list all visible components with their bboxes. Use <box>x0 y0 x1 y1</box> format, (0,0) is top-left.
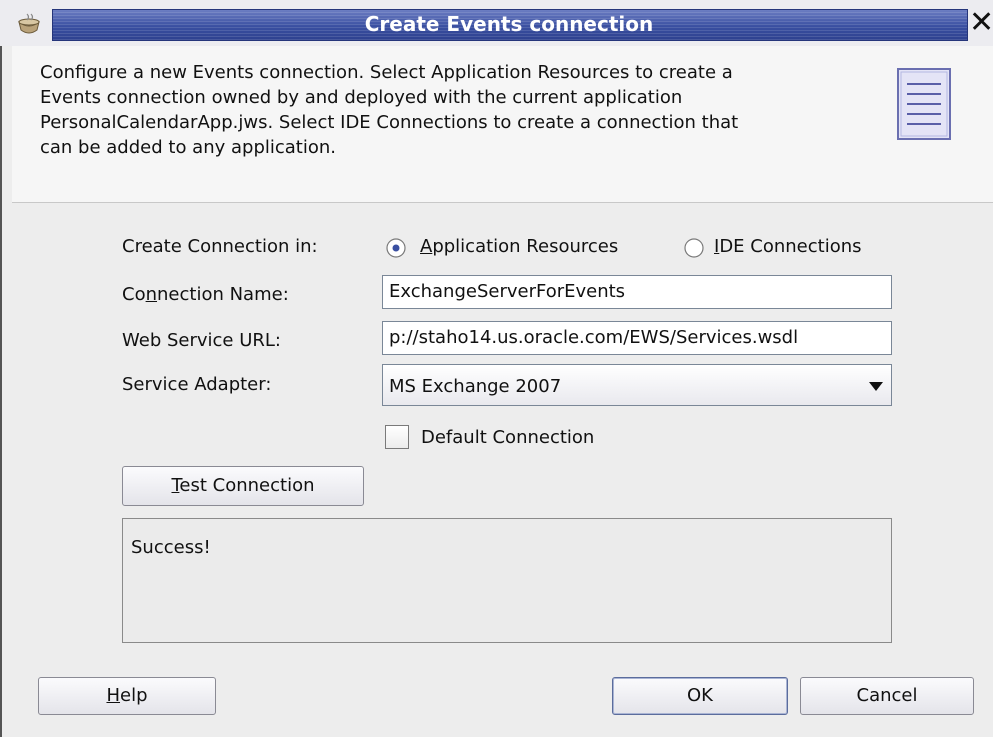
label-part: nection Name: <box>157 284 289 305</box>
default-connection-checkbox[interactable] <box>385 425 409 449</box>
coffee-cup-icon <box>18 13 40 34</box>
help-button[interactable]: Help <box>38 677 216 715</box>
label-part: Co <box>122 284 146 305</box>
service-adapter-select[interactable]: MS Exchange 2007 <box>382 364 892 406</box>
window-title: Create Events connection <box>364 12 654 36</box>
description-line: can be added to any application. <box>40 137 336 158</box>
radio-application-resources[interactable] <box>386 238 406 258</box>
ok-button[interactable]: OK <box>612 677 788 715</box>
window-edge <box>0 46 2 737</box>
test-result-box: Success! <box>122 518 892 643</box>
help-text: elp <box>120 685 148 706</box>
chevron-down-icon[interactable] <box>869 382 883 391</box>
application-resources-label[interactable]: Application Resources <box>420 236 618 257</box>
mnemonic-h: H <box>106 685 121 706</box>
cancel-button[interactable]: Cancel <box>800 677 974 715</box>
title-bar: Create Events connection ✕ <box>0 0 993 46</box>
test-connection-text: est Connection <box>179 475 315 496</box>
test-result-text: Success! <box>131 537 211 558</box>
web-service-url-input[interactable]: p://staho14.us.oracle.com/EWS/Services.w… <box>382 321 892 355</box>
connection-name-label: Connection Name: <box>122 284 289 305</box>
mnemonic-n: n <box>145 284 158 305</box>
create-in-label: Create Connection in: <box>122 236 318 257</box>
description-line: Configure a new Events connection. Selec… <box>40 62 733 83</box>
service-adapter-label: Service Adapter: <box>122 374 272 395</box>
mnemonic-a: A <box>420 236 433 257</box>
web-service-url-label: Web Service URL: <box>122 330 281 351</box>
close-icon[interactable]: ✕ <box>969 8 993 38</box>
description-line: Events connection owned by and deployed … <box>40 87 683 108</box>
application-resources-text: pplication Resources <box>432 236 619 257</box>
radio-ide-connections[interactable] <box>684 238 704 258</box>
header-panel: Configure a new Events connection. Selec… <box>12 46 993 203</box>
test-connection-button[interactable]: Test Connection <box>122 466 364 506</box>
service-adapter-value: MS Exchange 2007 <box>389 376 562 397</box>
ide-connections-text: DE Connections <box>719 236 862 257</box>
default-connection-label[interactable]: Default Connection <box>421 427 594 448</box>
description: Configure a new Events connection. Selec… <box>40 60 870 160</box>
connection-name-input[interactable]: ExchangeServerForEvents <box>382 275 892 309</box>
description-line: PersonalCalendarApp.jws. Select IDE Conn… <box>40 112 739 133</box>
ide-connections-label[interactable]: IDE Connections <box>714 236 862 257</box>
document-icon <box>897 68 951 140</box>
